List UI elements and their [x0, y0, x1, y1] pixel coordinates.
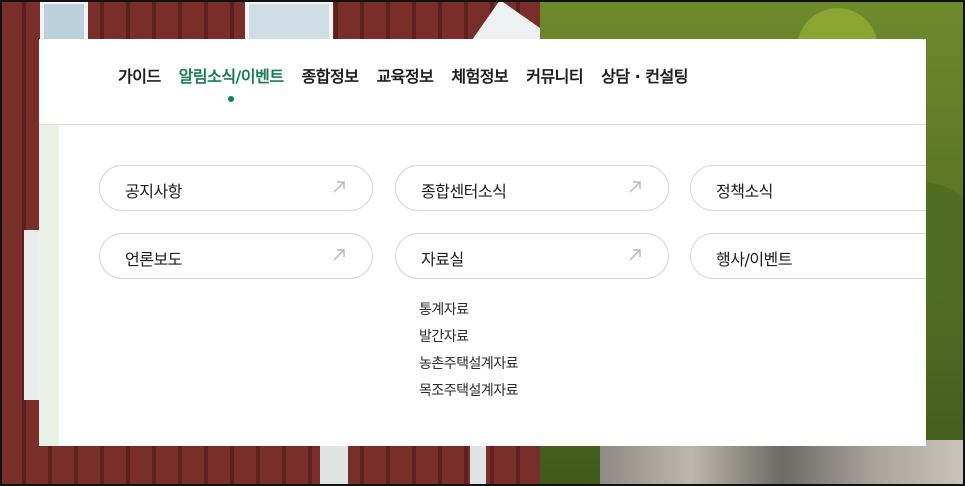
- sublist-item-statistics[interactable]: 통계자료: [419, 300, 518, 327]
- arrow-up-right-icon: [626, 178, 644, 196]
- nav-item-guide[interactable]: 가이드: [118, 63, 161, 87]
- nav-item-label: 상담 · 컨설팅: [601, 67, 688, 86]
- nav-item-consulting[interactable]: 상담 · 컨설팅: [601, 63, 688, 87]
- card-label: 자료실: [421, 250, 464, 269]
- nav-item-label: 커뮤니티: [526, 67, 584, 86]
- nav-item-general-info[interactable]: 종합정보: [302, 63, 359, 87]
- submenu-card-press[interactable]: 언론보도: [99, 233, 373, 279]
- nav-item-label: 교육정보: [376, 67, 434, 86]
- background-strip: [24, 230, 40, 400]
- background-post: [470, 440, 486, 486]
- nav-item-experience[interactable]: 체험정보: [451, 63, 508, 87]
- card-label: 언론보도: [125, 250, 182, 269]
- nav-item-label: 가이드: [118, 67, 161, 86]
- card-label: 행사/이벤트: [716, 250, 793, 269]
- sublist-item-wooden-housing-design[interactable]: 목조주택설계자료: [419, 381, 519, 408]
- submenu-card-center-news[interactable]: 종합센터소식: [395, 165, 669, 211]
- submenu-content: 공지사항 종합센터소식 정책소식 언론보도 자료실 행사/이벤트 통계자료 발간…: [39, 125, 926, 446]
- nav-item-label: 종합정보: [301, 67, 359, 86]
- nav-item-label: 알림소식/이벤트: [178, 67, 284, 86]
- submenu-card-library[interactable]: 자료실: [395, 233, 669, 279]
- nav-item-label: 체험정보: [451, 67, 509, 86]
- arrow-up-right-icon: [330, 178, 348, 196]
- sublist-item-rural-housing-design[interactable]: 농촌주택설계자료: [419, 354, 519, 381]
- submenu-card-notices[interactable]: 공지사항: [99, 165, 373, 211]
- nav-item-news-events[interactable]: 알림소식/이벤트: [178, 63, 284, 102]
- arrow-up-right-icon: [626, 246, 644, 264]
- nav-item-education[interactable]: 교육정보: [376, 63, 433, 87]
- submenu-card-policy-news[interactable]: 정책소식: [690, 165, 926, 211]
- submenu-card-events[interactable]: 행사/이벤트: [690, 233, 926, 279]
- main-nav: 가이드 알림소식/이벤트 종합정보 교육정보 체험정보 커뮤니티 상담 · 컨설…: [39, 39, 926, 125]
- nav-items: 가이드 알림소식/이벤트 종합정보 교육정보 체험정보 커뮤니티 상담 · 컨설…: [118, 63, 706, 102]
- mega-menu-panel: 가이드 알림소식/이벤트 종합정보 교육정보 체험정보 커뮤니티 상담 · 컨설…: [39, 39, 926, 446]
- card-label: 종합센터소식: [421, 182, 507, 201]
- arrow-up-right-icon: [330, 246, 348, 264]
- nav-item-community[interactable]: 커뮤니티: [526, 63, 583, 87]
- active-indicator-dot: [228, 96, 235, 102]
- card-label: 공지사항: [125, 182, 182, 201]
- background-post: [320, 440, 348, 486]
- side-accent-bar: [39, 125, 59, 446]
- sublist-item-publications[interactable]: 발간자료: [419, 327, 518, 354]
- card-label: 정책소식: [716, 182, 773, 201]
- background-rocks: [600, 440, 965, 486]
- library-sublist: 통계자료 발간자료 농촌주택설계자료 목조주택설계자료: [419, 300, 519, 408]
